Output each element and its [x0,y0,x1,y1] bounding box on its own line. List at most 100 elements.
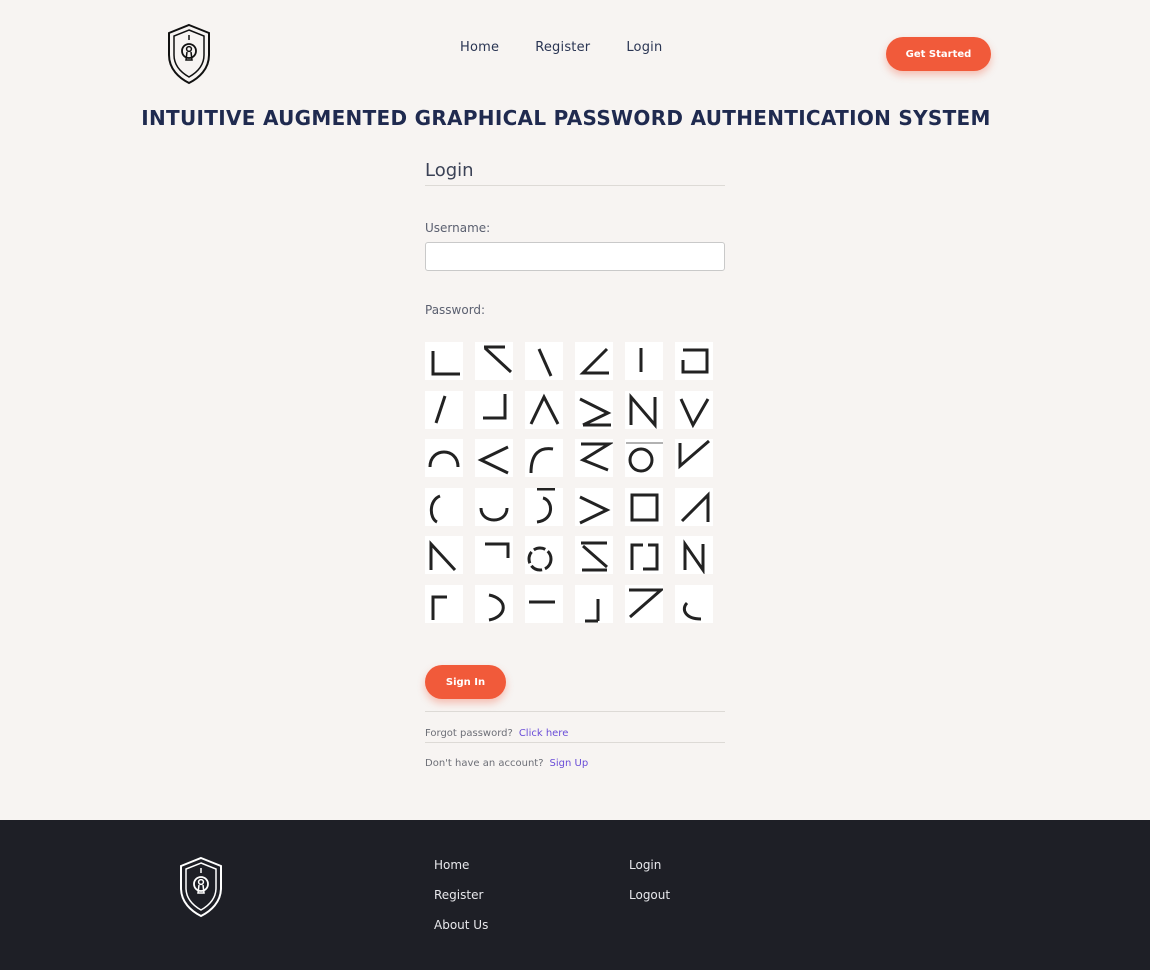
password-tile[interactable] [625,585,663,623]
corner-bottom-right-low-icon [585,599,600,623]
footer-nav-primary: Home Register About Us [434,858,488,948]
password-tile[interactable] [575,390,613,429]
letter-z-top-icon [629,588,663,619]
main-nav: Home Register Login [460,40,698,55]
password-tile[interactable] [575,487,613,526]
password-tile[interactable] [675,585,713,623]
footer-link-logout[interactable]: Logout [629,888,670,918]
password-tile[interactable] [675,342,713,380]
footer: Home Register About Us Login Logout [0,820,1150,970]
footer-link-home[interactable]: Home [434,858,488,888]
password-pattern-grid [425,342,725,627]
password-tile[interactable] [625,342,663,380]
login-form: Login Username: Password: Sign In Forgot… [425,160,725,800]
corner-top-left-icon [431,595,447,620]
less-than-icon [477,445,509,475]
forgot-password-text: Forgot password? [425,728,513,739]
triangle-slash-icon [680,491,710,522]
circle-open-top-icon [626,442,663,473]
password-tile[interactable] [525,585,563,623]
caret-up-icon [529,393,560,425]
letter-n-reverse-icon [683,539,705,575]
header-logo-icon[interactable] [165,23,213,85]
password-tile[interactable] [625,536,663,575]
footer-link-login[interactable]: Login [629,858,670,888]
vertical-bar-icon [639,348,643,372]
password-tile[interactable] [575,536,613,575]
letter-n-slant-icon [429,540,457,572]
letter-z-mirror-icon [581,541,608,572]
letter-n-icon [629,392,657,429]
arc-bottom-left-icon [682,601,702,621]
password-tile[interactable] [475,390,513,429]
password-tile[interactable] [475,487,513,526]
bracket-square-icon [630,543,659,571]
hook-right-icon [536,487,555,524]
footer-nav-secondary: Login Logout [629,858,670,918]
footer-link-about[interactable]: About Us [434,918,488,948]
password-tile[interactable] [475,439,513,478]
password-tile[interactable] [475,342,513,380]
get-started-button[interactable]: Get Started [886,37,991,71]
square-open-left-icon [681,348,709,374]
slash-icon [434,395,447,424]
footer-link-register[interactable]: Register [434,888,488,918]
password-tile[interactable] [425,390,463,429]
slash-top-icon [483,345,513,374]
password-tile[interactable] [425,342,463,380]
sign-up-link[interactable]: Sign Up [550,758,589,769]
sign-in-button[interactable]: Sign In [425,665,506,699]
signup-row: Don't have an account? Sign Up [425,758,588,769]
letter-z-icon [579,442,613,472]
password-tile[interactable] [675,390,713,429]
forgot-password-row: Forgot password? Click here [425,728,568,739]
password-label: Password: [425,303,486,317]
password-tile[interactable] [625,390,663,429]
arc-right-icon [488,593,505,622]
password-tile[interactable] [425,439,463,478]
password-tile[interactable] [575,342,613,380]
greater-than-icon [579,495,611,525]
nav-register[interactable]: Register [535,40,590,55]
divider [425,711,725,712]
password-tile[interactable] [525,342,563,380]
dash-icon [529,600,555,604]
password-tile[interactable] [475,536,513,575]
username-label: Username: [425,221,491,235]
page-title: INTUITIVE AUGMENTED GRAPHICAL PASSWORD A… [141,106,991,130]
letter-v-icon [679,397,710,428]
password-tile[interactable] [625,439,663,478]
arc-left-icon [429,494,441,524]
forgot-password-link[interactable]: Click here [519,728,569,739]
arc-top-left-icon [529,447,554,474]
password-tile[interactable] [575,585,613,623]
sigma-angle-icon [579,397,612,427]
password-tile[interactable] [675,536,713,575]
password-tile[interactable] [425,487,463,526]
check-v-icon [678,440,710,470]
divider [425,742,725,743]
corner-top-right-icon [485,542,510,559]
username-input[interactable] [425,242,725,271]
password-tile[interactable] [525,390,563,429]
nav-login[interactable]: Login [626,40,662,55]
password-tile[interactable] [475,585,513,623]
password-tile[interactable] [525,487,563,526]
password-tile[interactable] [525,439,563,478]
backslash-icon [537,348,553,377]
corner-bottom-left-icon [431,351,460,376]
password-tile[interactable] [425,536,463,575]
password-tile[interactable] [675,487,713,526]
password-tile[interactable] [525,536,563,575]
arc-top-icon [428,450,460,468]
circle-dashed-icon [527,546,553,572]
password-tile[interactable] [575,439,613,478]
footer-logo-icon[interactable] [177,856,225,918]
password-tile[interactable] [425,585,463,623]
nav-home[interactable]: Home [460,40,499,55]
form-title: Login [425,160,725,186]
password-tile[interactable] [625,487,663,526]
square-icon [630,493,659,522]
password-tile[interactable] [675,439,713,478]
arc-bottom-icon [479,507,509,522]
